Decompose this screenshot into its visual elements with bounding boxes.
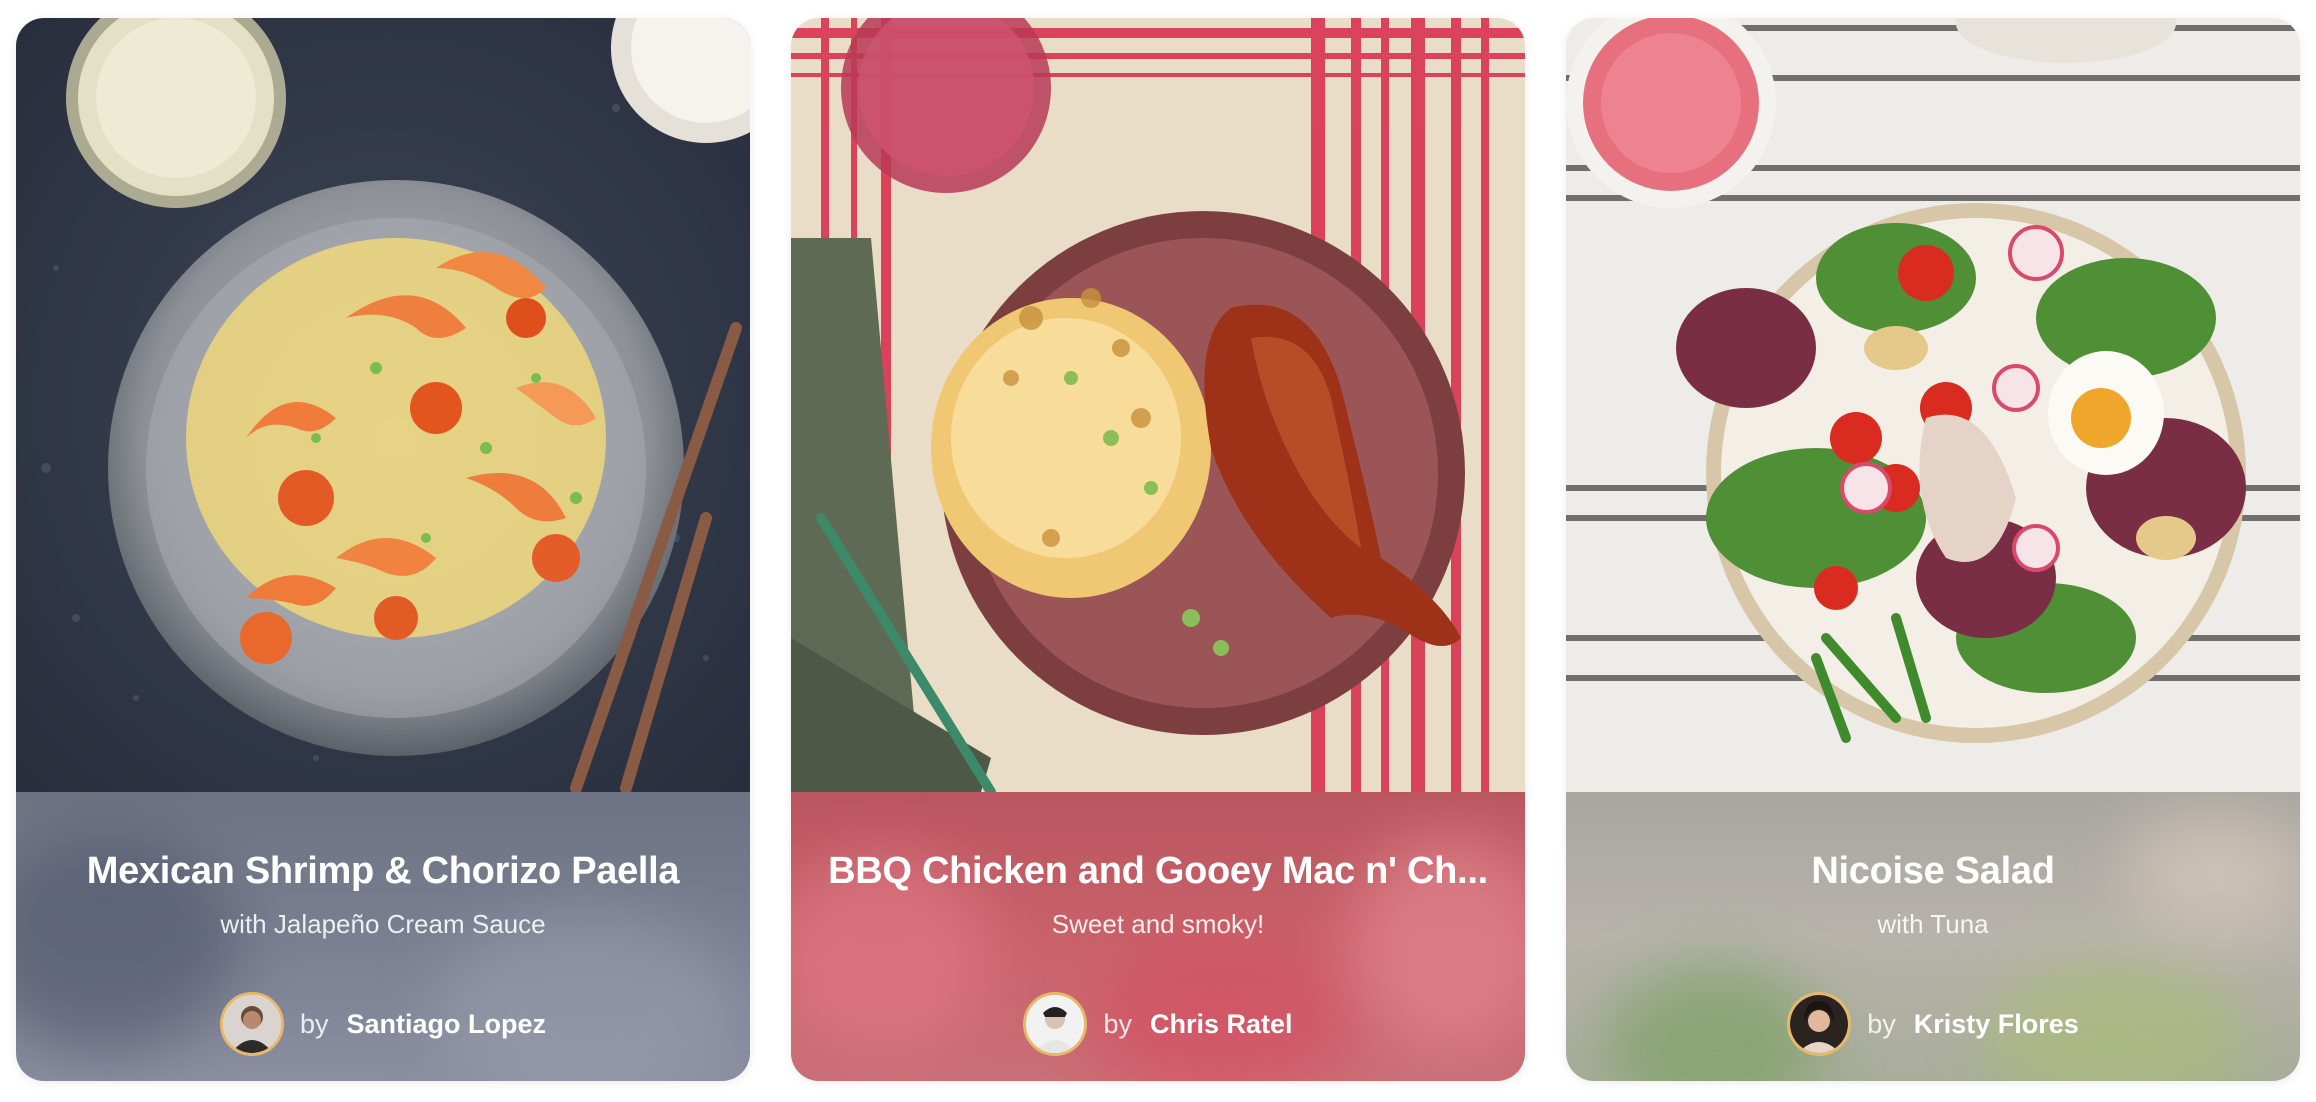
recipe-info-panel: Nicoise Salad with Tuna by Kristy Flores: [1566, 792, 2300, 1081]
recipe-photo[interactable]: [791, 18, 1525, 792]
recipe-title[interactable]: Mexican Shrimp & Chorizo Paella: [46, 850, 720, 893]
author-name[interactable]: Chris Ratel: [1150, 1009, 1293, 1040]
recipe-card[interactable]: Nicoise Salad with Tuna by Kristy Flores: [1566, 18, 2300, 1081]
by-label: by: [1103, 1008, 1132, 1039]
author-avatar[interactable]: [219, 992, 284, 1056]
author-avatar[interactable]: [1787, 992, 1852, 1056]
recipe-info-panel: BBQ Chicken and Gooey Mac n' Ch... Sweet…: [791, 792, 1525, 1081]
recipe-photo[interactable]: [16, 18, 750, 792]
recipe-subtitle: with Tuna: [1877, 909, 1989, 939]
author-byline[interactable]: by Chris Ratel: [791, 990, 1525, 1058]
recipe-title[interactable]: BBQ Chicken and Gooey Mac n' Ch...: [821, 850, 1495, 893]
recipe-card[interactable]: Mexican Shrimp & Chorizo Paella with Jal…: [16, 18, 750, 1081]
author-byline[interactable]: by Santiago Lopez: [16, 990, 750, 1058]
author-name[interactable]: Santiago Lopez: [347, 1009, 547, 1040]
recipe-photo[interactable]: [1566, 18, 2300, 792]
by-label: by: [299, 1008, 329, 1039]
by-label: by: [1867, 1008, 1896, 1039]
recipe-subtitle: Sweet and smoky!: [1051, 909, 1265, 939]
author-avatar[interactable]: [1023, 992, 1088, 1056]
recipe-info-panel: Mexican Shrimp & Chorizo Paella with Jal…: [16, 792, 750, 1081]
recipe-card[interactable]: BBQ Chicken and Gooey Mac n' Ch... Sweet…: [791, 18, 1525, 1081]
recipe-title[interactable]: Nicoise Salad: [1596, 850, 2270, 893]
author-name[interactable]: Kristy Flores: [1914, 1009, 2079, 1040]
recipe-subtitle: with Jalapeño Cream Sauce: [220, 909, 546, 939]
author-byline[interactable]: by Kristy Flores: [1566, 990, 2300, 1058]
